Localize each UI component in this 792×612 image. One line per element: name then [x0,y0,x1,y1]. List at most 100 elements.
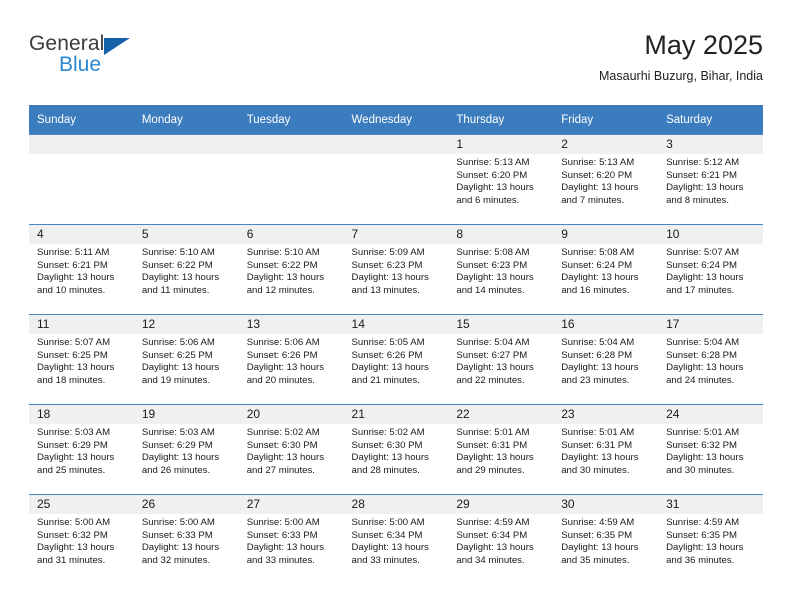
day-number: 17 [658,315,763,334]
day-cell[interactable]: 16 Sunrise: 5:04 AM Sunset: 6:28 PM Dayligh… [553,315,659,404]
daylight-text: Daylight: 13 hours and 31 minutes. [37,542,115,566]
day-cell[interactable]: 6 Sunrise: 5:10 AM Sunset: 6:22 PM Daylight… [238,225,344,314]
day-cell[interactable]: 10 Sunrise: 5:07 AM Sunset: 6:24 PM Dayligh… [658,225,763,314]
calendar-page: General Blue May 2025 Masaurhi Buzurg, B… [0,0,792,612]
daylight-text: Daylight: 13 hours and 26 minutes. [141,452,220,476]
calendar-cell: 8 Sunrise: 5:08 AM Sunset: 6:23 PM Daylight… [448,224,554,315]
daylight-text: Daylight: 13 hours and 30 minutes. [666,452,744,476]
day-sun-info: Sunrise: 4:59 AM Sunset: 6:34 PM Daylight:… [448,514,553,567]
calendar-body: 1 Sunrise: 5:13 AM Sunset: 6:20 PM Daylight… [29,134,763,584]
general-blue-logo[interactable]: General Blue [29,32,209,84]
day-number: 2 [553,135,659,154]
daylight-text: Daylight: 13 hours and 33 minutes. [351,542,429,566]
sunset-text: Sunset: 6:29 PM [37,439,108,451]
day-cell[interactable]: 9 Sunrise: 5:08 AM Sunset: 6:24 PM Daylight… [553,225,659,314]
day-number: 13 [238,315,344,334]
calendar-cell: 17 Sunrise: 5:04 AM Sunset: 6:28 PM Dayligh… [658,314,763,405]
day-cell[interactable]: 30 Sunrise: 4:59 AM Sunset: 6:35 PM Dayligh… [553,495,659,584]
sunset-text: Sunset: 6:24 PM [666,259,737,271]
day-cell[interactable]: 23 Sunrise: 5:01 AM Sunset: 6:31 PM Dayligh… [553,405,659,494]
calendar-cell: 3 Sunrise: 5:12 AM Sunset: 6:21 PM Daylight… [658,134,763,225]
day-cell-empty [343,135,449,224]
day-sun-info: Sunrise: 5:00 AM Sunset: 6:33 PM Daylight:… [134,514,239,567]
day-number: 18 [29,405,134,424]
day-cell[interactable]: 28 Sunrise: 5:00 AM Sunset: 6:34 PM Dayligh… [343,495,449,584]
day-cell[interactable]: 20 Sunrise: 5:02 AM Sunset: 6:30 PM Dayligh… [238,405,344,494]
day-sun-info: Sunrise: 5:01 AM Sunset: 6:32 PM Daylight:… [658,424,763,477]
sunset-text: Sunset: 6:34 PM [456,529,528,541]
day-cell[interactable]: 22 Sunrise: 5:01 AM Sunset: 6:31 PM Dayligh… [448,405,554,494]
sunset-text: Sunset: 6:28 PM [666,349,737,361]
sunset-text: Sunset: 6:31 PM [456,439,528,451]
day-cell[interactable]: 3 Sunrise: 5:12 AM Sunset: 6:21 PM Daylight… [658,135,763,224]
day-cell[interactable]: 1 Sunrise: 5:13 AM Sunset: 6:20 PM Daylight… [448,135,554,224]
day-number: 15 [448,315,554,334]
calendar-cell: 4 Sunrise: 5:11 AM Sunset: 6:21 PM Daylight… [29,224,134,315]
day-cell[interactable]: 4 Sunrise: 5:11 AM Sunset: 6:21 PM Daylight… [29,225,134,314]
sunset-text: Sunset: 6:31 PM [561,439,633,451]
day-cell[interactable]: 17 Sunrise: 5:04 AM Sunset: 6:28 PM Dayligh… [658,315,763,404]
day-sun-info: Sunrise: 5:10 AM Sunset: 6:22 PM Daylight:… [239,244,344,297]
day-cell[interactable]: 29 Sunrise: 4:59 AM Sunset: 6:34 PM Dayligh… [448,495,554,584]
day-sun-info: Sunrise: 5:08 AM Sunset: 6:24 PM Daylight:… [553,244,658,297]
calendar-cell: 1 Sunrise: 5:13 AM Sunset: 6:20 PM Daylight… [448,134,554,225]
day-number: 1 [448,135,554,154]
sunrise-text: Sunrise: 5:00 AM [37,517,111,528]
sunrise-text: Sunrise: 5:02 AM [246,427,320,438]
sunset-text: Sunset: 6:24 PM [561,259,633,271]
day-number: 27 [238,495,344,514]
day-number: 10 [658,225,763,244]
day-number: 23 [553,405,659,424]
weekday-header-wednesday: Wednesday [343,105,449,135]
daylight-text: Daylight: 13 hours and 21 minutes. [351,362,429,386]
day-sun-info: Sunrise: 5:11 AM Sunset: 6:21 PM Daylight:… [29,244,134,297]
calendar-cell [29,134,134,225]
day-cell[interactable]: 2 Sunrise: 5:13 AM Sunset: 6:20 PM Daylight… [553,135,659,224]
day-cell[interactable]: 24 Sunrise: 5:01 AM Sunset: 6:32 PM Dayligh… [658,405,763,494]
sunrise-text: Sunrise: 5:08 AM [561,247,635,258]
day-cell[interactable]: 7 Sunrise: 5:09 AM Sunset: 6:23 PM Daylight… [343,225,449,314]
weekday-header-sunday: Sunday [29,105,134,135]
day-sun-info: Sunrise: 5:01 AM Sunset: 6:31 PM Daylight:… [448,424,553,477]
weekday-header-thursday: Thursday [448,105,554,135]
day-cell[interactable]: 25 Sunrise: 5:00 AM Sunset: 6:32 PM Dayligh… [29,495,134,584]
day-number: 30 [553,495,659,514]
daylight-text: Daylight: 13 hours and 12 minutes. [246,272,325,296]
daylight-text: Daylight: 13 hours and 25 minutes. [37,452,115,476]
day-cell[interactable]: 14 Sunrise: 5:05 AM Sunset: 6:26 PM Dayligh… [343,315,449,404]
calendar-cell: 10 Sunrise: 5:07 AM Sunset: 6:24 PM Dayligh… [658,224,763,315]
daylight-text: Daylight: 13 hours and 28 minutes. [351,452,429,476]
daylight-text: Daylight: 13 hours and 16 minutes. [561,272,639,296]
day-cell[interactable]: 12 Sunrise: 5:06 AM Sunset: 6:25 PM Dayligh… [133,315,239,404]
day-cell[interactable]: 21 Sunrise: 5:02 AM Sunset: 6:30 PM Dayligh… [343,405,449,494]
day-number: 29 [448,495,554,514]
day-cell[interactable]: 11 Sunrise: 5:07 AM Sunset: 6:25 PM Dayligh… [29,315,134,404]
day-number: 8 [448,225,554,244]
day-cell-empty [238,135,344,224]
sunset-text: Sunset: 6:34 PM [351,529,423,541]
day-cell[interactable]: 15 Sunrise: 5:04 AM Sunset: 6:27 PM Dayligh… [448,315,554,404]
daylight-text: Daylight: 13 hours and 6 minutes. [456,182,534,206]
day-cell[interactable]: 19 Sunrise: 5:03 AM Sunset: 6:29 PM Dayligh… [133,405,239,494]
day-cell[interactable]: 26 Sunrise: 5:00 AM Sunset: 6:33 PM Dayligh… [133,495,239,584]
day-cell[interactable]: 5 Sunrise: 5:10 AM Sunset: 6:22 PM Daylight… [133,225,239,314]
calendar-cell: 31 Sunrise: 4:59 AM Sunset: 6:35 PM Dayligh… [658,494,763,584]
day-number: 31 [658,495,763,514]
calendar-cell: 28 Sunrise: 5:00 AM Sunset: 6:34 PM Dayligh… [343,494,449,584]
day-sun-info: Sunrise: 5:02 AM Sunset: 6:30 PM Daylight:… [344,424,449,477]
sunrise-text: Sunrise: 5:00 AM [141,517,215,528]
sunset-text: Sunset: 6:21 PM [666,169,737,181]
day-number: 28 [343,495,449,514]
calendar-cell: 6 Sunrise: 5:10 AM Sunset: 6:22 PM Daylight… [238,224,344,315]
sunrise-text: Sunrise: 4:59 AM [561,517,635,528]
day-cell[interactable]: 27 Sunrise: 5:00 AM Sunset: 6:33 PM Dayligh… [238,495,344,584]
day-sun-info: Sunrise: 5:05 AM Sunset: 6:26 PM Daylight:… [344,334,449,387]
page-subtitle: Masaurhi Buzurg, Bihar, India [599,69,763,83]
day-cell[interactable]: 31 Sunrise: 4:59 AM Sunset: 6:35 PM Dayligh… [658,495,763,584]
day-cell[interactable]: 8 Sunrise: 5:08 AM Sunset: 6:23 PM Daylight… [448,225,554,314]
day-cell[interactable]: 18 Sunrise: 5:03 AM Sunset: 6:29 PM Dayligh… [29,405,134,494]
daylight-text: Daylight: 13 hours and 10 minutes. [37,272,115,296]
day-cell[interactable]: 13 Sunrise: 5:06 AM Sunset: 6:26 PM Dayligh… [238,315,344,404]
sunset-text: Sunset: 6:25 PM [37,349,108,361]
sunrise-text: Sunrise: 5:01 AM [561,427,635,438]
